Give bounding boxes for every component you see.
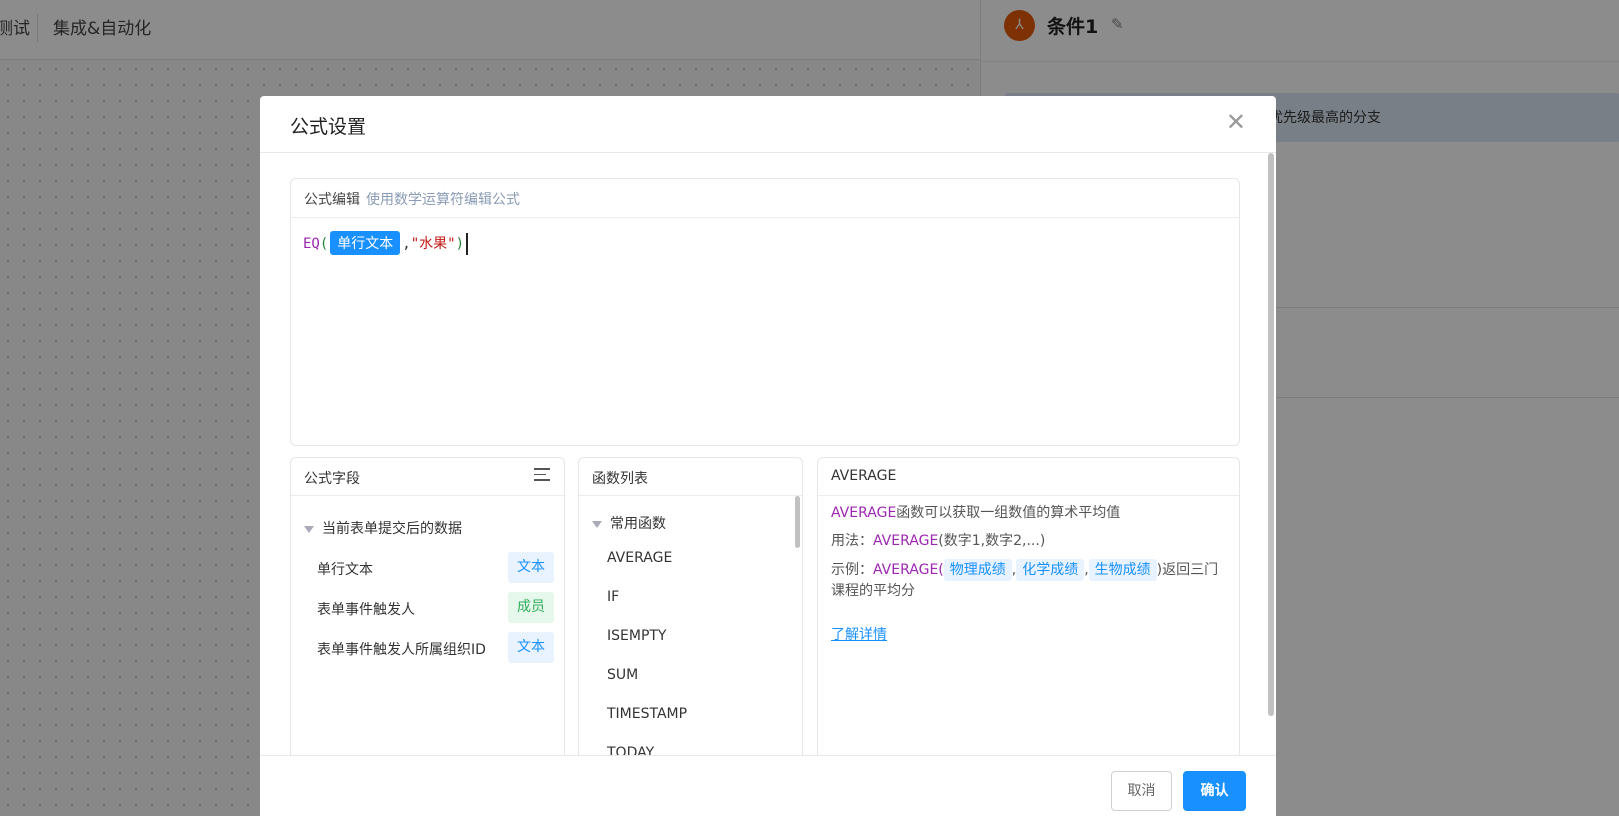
description-text: 函数可以获取一组数值的算术平均值 <box>896 505 1121 521</box>
example-arg-chip: 物理成绩 <box>943 559 1012 581</box>
function-item[interactable]: AVERAGE <box>579 539 802 578</box>
caret-down-icon <box>304 525 314 533</box>
function-list-panel: 函数列表 常用函数 AVERAGE IF ISEMPTY SUM TIMESTA… <box>578 457 803 767</box>
usage-label: 用法： <box>831 533 873 549</box>
fields-panel-header: 公式字段 <box>291 458 564 496</box>
function-group[interactable]: 常用函数 <box>579 496 802 533</box>
cancel-button[interactable]: 取消 <box>1111 771 1172 811</box>
caret-down-icon <box>592 520 602 528</box>
formula-close-paren: ) <box>455 236 465 252</box>
function-item[interactable]: TIMESTAMP <box>579 695 802 734</box>
formula-dialog: 公式设置 ✕ 公式编辑 使用数学运算符编辑公式 EQ(单行文本 ,"水果") 公式字… <box>260 96 1276 816</box>
formula-open-paren: ( <box>319 236 329 252</box>
learn-more-link[interactable]: 了解详情 <box>831 625 887 645</box>
field-type-badge: 文本 <box>508 632 554 663</box>
field-list: 单行文本 文本 表单事件触发人 成员 表单事件触发人所属组织ID 文本 <box>291 538 564 668</box>
usage-args: (数字1,数字2,...) <box>938 533 1046 549</box>
formula-string: "水果" <box>410 236 456 252</box>
close-icon[interactable]: ✕ <box>1226 110 1246 134</box>
function-list: AVERAGE IF ISEMPTY SUM TIMESTAMP TODAY <box>579 533 802 767</box>
usage-line: 用法：AVERAGE(数字1,数字2,...) <box>831 531 1226 551</box>
formula-fields-panel: 公式字段 当前表单提交后的数据 单行文本 文本 表单事件触发人 成员 表单事件触… <box>290 457 565 767</box>
field-type-badge: 文本 <box>508 552 554 583</box>
confirm-button[interactable]: 确认 <box>1183 771 1246 811</box>
example-arg-chip: 生物成绩 <box>1088 559 1157 581</box>
example-arg-chip: 化学成绩 <box>1016 559 1085 581</box>
field-name: 单行文本 <box>317 562 373 578</box>
editor-hint: 使用数学运算符编辑公式 <box>366 192 520 208</box>
field-item[interactable]: 表单事件触发人 成员 <box>291 588 564 628</box>
function-item[interactable]: ISEMPTY <box>579 617 802 656</box>
description-fn: AVERAGE <box>831 505 897 521</box>
function-list-scrollbar[interactable] <box>795 496 800 548</box>
usage-fn: AVERAGE <box>873 533 939 549</box>
description-panel-header: AVERAGE <box>818 458 1239 496</box>
function-group-label: 常用函数 <box>610 516 666 532</box>
function-panel-title: 函数列表 <box>592 471 648 487</box>
dialog-title: 公式设置 <box>290 116 367 138</box>
function-description-panel: AVERAGE AVERAGE函数可以获取一组数值的算术平均值 用法：AVERA… <box>817 457 1240 767</box>
field-group-label: 当前表单提交后的数据 <box>322 521 462 537</box>
dialog-header: 公式设置 ✕ <box>260 96 1276 153</box>
dialog-scrollbar[interactable] <box>1268 153 1274 716</box>
sort-icon-line-3 <box>534 479 550 481</box>
formula-editor: 公式编辑 使用数学运算符编辑公式 EQ(单行文本 ,"水果") <box>290 178 1240 446</box>
function-panel-header: 函数列表 <box>579 458 802 496</box>
example-label: 示例： <box>831 562 873 578</box>
field-item[interactable]: 单行文本 文本 <box>291 548 564 588</box>
example-fn: AVERAGE( <box>873 562 944 578</box>
sort-icon[interactable] <box>534 468 552 484</box>
editor-label: 公式编辑 <box>304 192 360 208</box>
field-type-badge: 成员 <box>508 592 554 623</box>
fields-panel-title: 公式字段 <box>304 471 360 487</box>
formula-function: EQ <box>303 236 320 252</box>
field-name: 表单事件触发人所属组织ID <box>317 642 486 658</box>
field-item[interactable]: 表单事件触发人所属组织ID 文本 <box>291 628 564 668</box>
function-description: AVERAGE函数可以获取一组数值的算术平均值 用法：AVERAGE(数字1,数… <box>818 496 1239 652</box>
example-line: 示例：AVERAGE(物理成绩, 化学成绩, 生物成绩)返回三门课程的平均分 <box>831 559 1226 601</box>
description-panel-title: AVERAGE <box>831 468 897 484</box>
dialog-footer: 取消 确认 <box>260 755 1276 816</box>
function-item[interactable]: IF <box>579 578 802 617</box>
sort-icon-line-1 <box>534 468 550 470</box>
description-summary: AVERAGE函数可以获取一组数值的算术平均值 <box>831 503 1226 523</box>
formula-comma: , <box>402 236 411 252</box>
formula-field-chip[interactable]: 单行文本 <box>330 231 401 255</box>
text-caret <box>466 233 469 255</box>
field-group[interactable]: 当前表单提交后的数据 <box>291 496 564 538</box>
sort-icon-line-2 <box>534 473 546 475</box>
field-name: 表单事件触发人 <box>317 602 415 618</box>
function-item[interactable]: SUM <box>579 656 802 695</box>
formula-input[interactable]: EQ(单行文本 ,"水果") <box>291 218 1239 268</box>
editor-header: 公式编辑 使用数学运算符编辑公式 <box>291 179 1239 218</box>
scrollbar-thumb[interactable] <box>1268 153 1274 716</box>
